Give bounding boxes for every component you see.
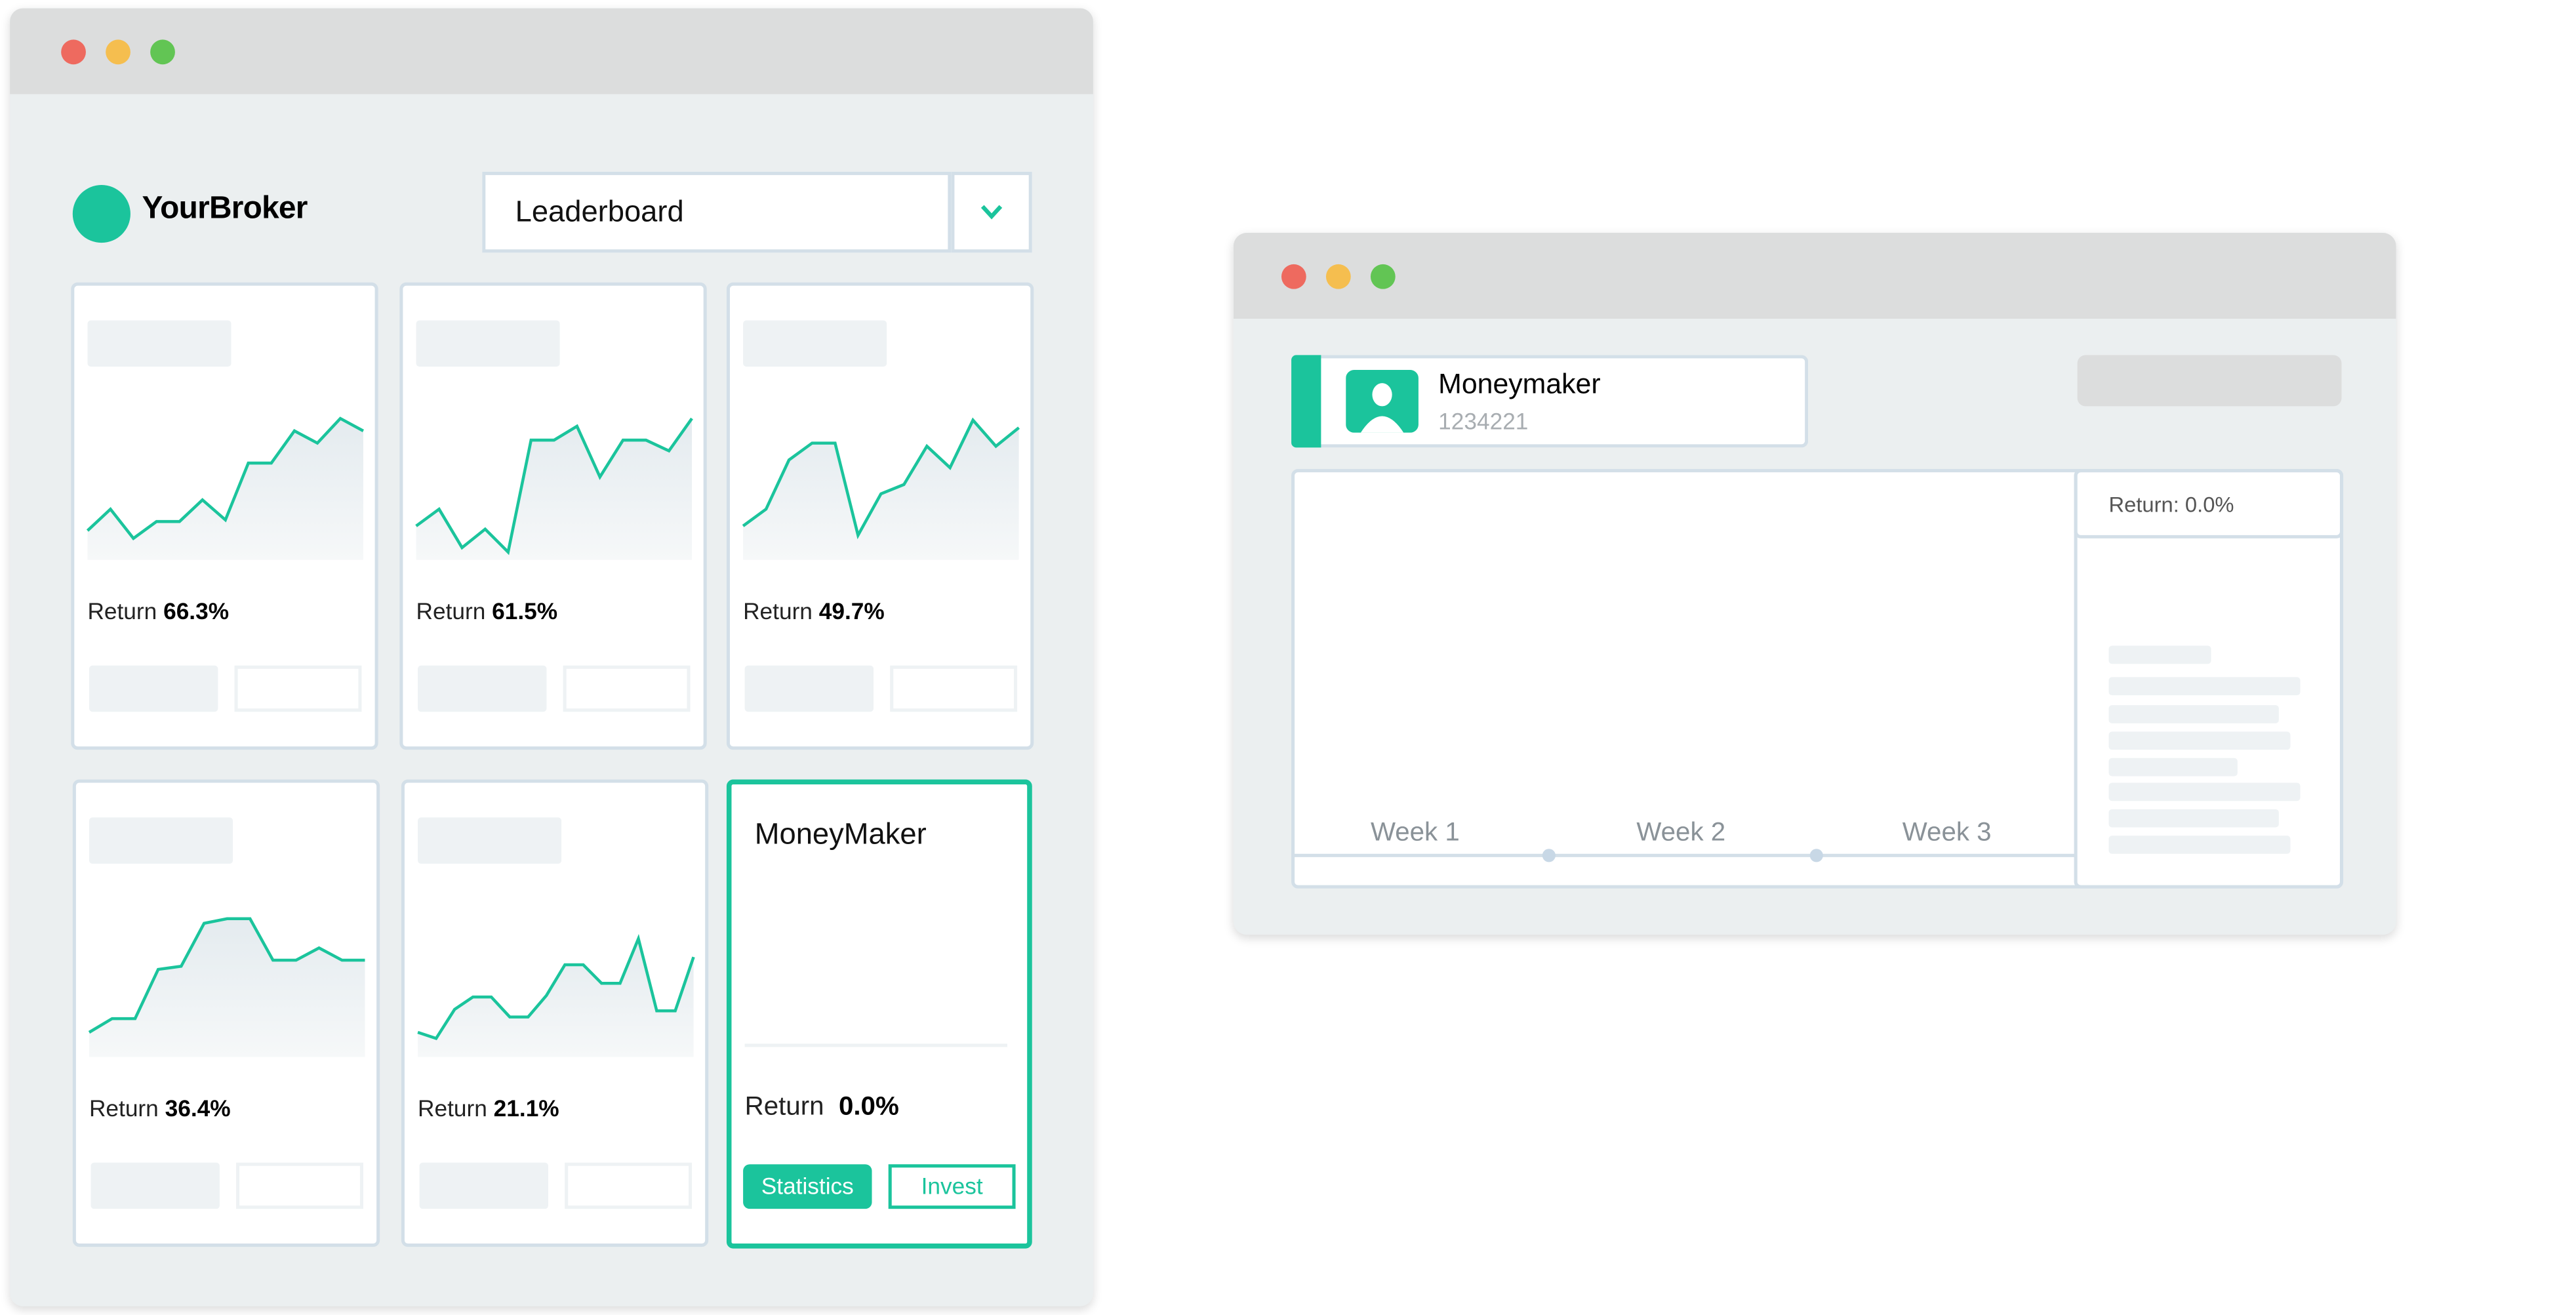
return-text: Return 21.1% <box>418 1095 559 1121</box>
text-placeholder <box>2108 677 2301 696</box>
return-text: Return 36.4% <box>89 1095 231 1121</box>
return-label: Return <box>87 597 157 624</box>
statistics-button[interactable]: Statistics <box>743 1164 872 1209</box>
button-placeholder[interactable] <box>236 1162 363 1209</box>
return-label: Return <box>744 1093 824 1122</box>
title-bar <box>10 8 1093 94</box>
button-placeholder[interactable] <box>744 665 874 712</box>
sparkline-chart <box>417 934 695 1057</box>
text-placeholder <box>2108 705 2279 723</box>
maximize-window-button[interactable] <box>150 39 175 65</box>
trader-card[interactable]: Return 49.7% <box>726 282 1034 750</box>
sparkline-area <box>743 420 1019 560</box>
sparkline-area <box>89 918 365 1057</box>
button-placeholder[interactable] <box>565 1162 693 1209</box>
accent-bar <box>1291 355 1321 448</box>
return-header: Return: 0.0% <box>2074 469 2344 538</box>
trader-card[interactable]: Return 66.3% <box>71 282 378 750</box>
view-dropdown[interactable]: Leaderboard <box>482 171 952 253</box>
return-summary: Return: 0.0% <box>2108 492 2234 517</box>
return-text: Return 66.3% <box>87 598 229 624</box>
title-placeholder <box>743 320 887 367</box>
trader-card[interactable]: Return 36.4% <box>72 779 380 1247</box>
leaderboard-window: YourBroker Leaderboard Return 66.3% Retu… <box>10 8 1093 1306</box>
title-placeholder <box>416 320 560 367</box>
return-value: 21.1% <box>493 1095 559 1122</box>
invest-button[interactable]: Invest <box>888 1164 1016 1209</box>
trader-detail-window: Moneymaker 1234221 Week 1 Week 2 Week 3 … <box>1233 233 2396 935</box>
title-placeholder <box>418 817 562 864</box>
trader-card[interactable]: Return 61.5% <box>399 282 707 750</box>
profile-name: Moneymaker <box>1438 368 1601 400</box>
trader-name: MoneyMaker <box>754 817 927 851</box>
sparkline-chart <box>742 417 1020 560</box>
sparkline-chart <box>88 917 365 1057</box>
button-placeholder[interactable] <box>419 1162 548 1209</box>
chevron-down-icon <box>980 205 1003 220</box>
button-placeholder[interactable] <box>89 665 218 712</box>
brand-logo-icon <box>72 185 131 243</box>
return-label: Return <box>418 1095 487 1122</box>
dropdown-value: Leaderboard <box>515 195 684 228</box>
return-text: Return 0.0% <box>745 1093 899 1123</box>
sparkline-chart <box>415 417 693 560</box>
minimize-window-button[interactable] <box>106 39 131 65</box>
button-placeholder[interactable] <box>890 665 1018 712</box>
return-value: 66.3% <box>163 597 230 624</box>
close-window-button[interactable] <box>1281 264 1306 289</box>
sparkline-chart <box>86 416 365 560</box>
text-placeholder <box>2108 809 2279 828</box>
action-placeholder-button[interactable] <box>2077 355 2342 407</box>
chart-panel: Week 1 Week 2 Week 3 Return: 0.0% <box>1291 469 2344 889</box>
title-placeholder <box>87 320 231 367</box>
button-placeholder[interactable] <box>418 665 547 712</box>
week-label: Week 2 <box>1636 819 1726 847</box>
return-label: Return <box>89 1095 159 1122</box>
divider <box>744 1043 1007 1047</box>
button-placeholder[interactable] <box>234 665 362 712</box>
profile-card: Moneymaker 1234221 <box>1291 355 1809 448</box>
return-value: 0.0% <box>838 1093 899 1122</box>
return-value: 61.5% <box>492 597 558 624</box>
profile-id: 1234221 <box>1438 407 1529 435</box>
side-panel: Return: 0.0% <box>2074 469 2344 889</box>
text-placeholder <box>2108 645 2211 664</box>
text-placeholder <box>2108 836 2291 854</box>
return-label: Return <box>416 597 486 624</box>
title-placeholder <box>89 817 233 864</box>
minimize-window-button[interactable] <box>1325 264 1351 289</box>
week-label: Week 3 <box>1902 819 1992 847</box>
featured-trader-card[interactable]: MoneyMaker Return 0.0% Statistics Invest <box>726 779 1032 1249</box>
text-placeholder <box>2108 758 2238 777</box>
timeline-dot[interactable] <box>1809 849 1823 862</box>
timeline-dot[interactable] <box>1542 849 1556 862</box>
brand-name: YourBroker <box>142 192 308 226</box>
stage: YourBroker Leaderboard Return 66.3% Retu… <box>0 0 2576 1314</box>
dropdown-toggle-button[interactable] <box>951 171 1032 253</box>
return-label: Return <box>743 597 813 624</box>
button-placeholder[interactable] <box>563 665 691 712</box>
title-bar <box>1233 233 2396 319</box>
return-value: 36.4% <box>165 1095 231 1122</box>
week-label: Week 1 <box>1370 819 1460 847</box>
timeline-axis <box>1291 853 2078 857</box>
text-placeholder <box>2108 731 2291 750</box>
close-window-button[interactable] <box>61 39 86 65</box>
maximize-window-button[interactable] <box>1370 264 1396 289</box>
return-value: 49.7% <box>818 597 885 624</box>
return-text: Return 61.5% <box>416 598 558 624</box>
user-avatar-icon <box>1346 370 1419 433</box>
trader-card[interactable]: Return 21.1% <box>401 779 709 1247</box>
text-placeholder <box>2108 782 2301 801</box>
return-text: Return 49.7% <box>743 598 885 624</box>
button-placeholder[interactable] <box>91 1162 220 1209</box>
